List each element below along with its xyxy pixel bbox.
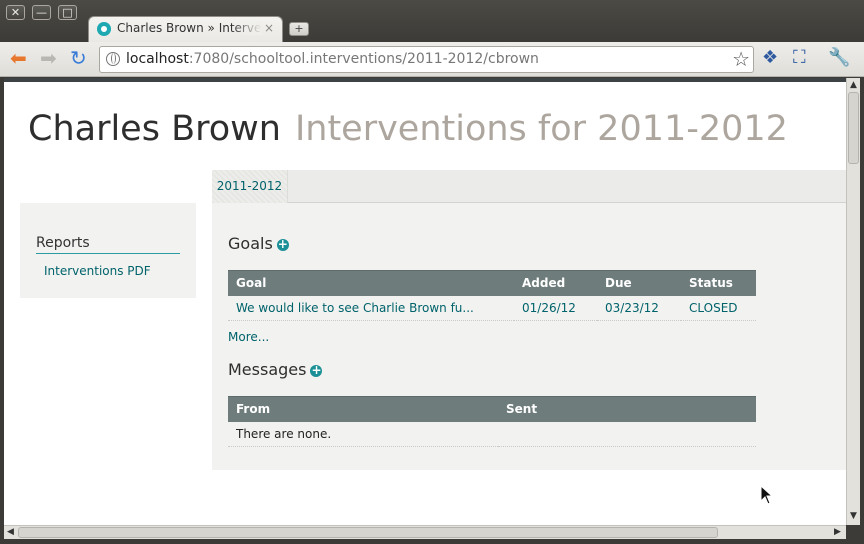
address-bar[interactable]: localhost:7080/schooltool.interventions/…: [99, 46, 754, 73]
column-header-due[interactable]: Due: [597, 270, 681, 296]
goal-link[interactable]: We would like to see Charlie Brown fu...: [228, 295, 514, 321]
main-content: 2011-2012 Goals + Goal Added Due Status W…: [212, 170, 846, 470]
forward-arrow-icon[interactable]: ➡: [40, 48, 57, 68]
table-row: There are none.: [228, 421, 756, 447]
goal-due-date: 03/23/12: [597, 295, 681, 321]
window-maximize-button[interactable]: □: [58, 5, 77, 20]
column-header-from[interactable]: From: [228, 396, 498, 422]
messages-title: Messages: [228, 360, 307, 379]
bookmark-star-icon[interactable]: ☆: [732, 47, 750, 71]
window-titlebar: ✕ — □ Charles Brown » Interventions × +: [0, 0, 864, 43]
sidebar: Reports Interventions PDF: [20, 203, 196, 298]
goals-table: Goal Added Due Status We would like to s…: [228, 270, 756, 321]
goal-added-date: 01/26/12: [514, 295, 597, 321]
messages-heading: Messages +: [228, 360, 323, 379]
schooltool-favicon-icon: [97, 22, 111, 36]
back-arrow-icon[interactable]: ⬅: [10, 48, 27, 68]
messages-empty-text: There are none.: [228, 421, 756, 447]
wrench-menu-icon[interactable]: 🔧: [828, 49, 850, 67]
browser-tab[interactable]: Charles Brown » Interventions ×: [88, 16, 283, 43]
table-header-row: From Sent: [228, 396, 756, 422]
goals-heading: Goals +: [228, 234, 289, 253]
tab-2011-2012[interactable]: 2011-2012: [212, 170, 288, 203]
table-header-row: Goal Added Due Status: [228, 270, 756, 296]
person-name: Charles Brown: [28, 109, 281, 149]
sidebar-link-interventions-pdf[interactable]: Interventions PDF: [44, 264, 151, 278]
goals-title: Goals: [228, 234, 273, 253]
horizontal-scroll-thumb[interactable]: [18, 527, 718, 538]
year-tabstrip: 2011-2012: [212, 170, 846, 203]
scroll-up-arrow-icon[interactable]: ▲: [850, 80, 857, 90]
extension-icon[interactable]: ❖: [762, 49, 778, 67]
column-header-goal[interactable]: Goal: [228, 270, 514, 296]
column-header-added[interactable]: Added: [514, 270, 597, 296]
new-tab-button[interactable]: +: [289, 22, 309, 36]
fullscreen-icon[interactable]: ⛶: [793, 49, 806, 67]
window-minimize-button[interactable]: —: [32, 5, 51, 20]
page-top-bar: [4, 78, 846, 82]
sidebar-heading-reports: Reports: [36, 235, 180, 254]
more-goals-link[interactable]: More...: [228, 330, 269, 344]
url-text[interactable]: localhost:7080/schooltool.interventions/…: [126, 51, 539, 67]
add-goal-icon[interactable]: +: [276, 238, 289, 251]
mouse-cursor-icon: [760, 485, 774, 505]
page-title: Charles Brown Interventions for 2011-2012: [28, 109, 788, 149]
globe-icon: [106, 52, 120, 66]
vertical-scrollbar[interactable]: ▲ ▼: [846, 78, 860, 525]
page-viewport: Charles Brown Interventions for 2011-2012…: [4, 78, 846, 525]
scroll-right-arrow-icon[interactable]: ▶: [834, 527, 841, 537]
horizontal-scrollbar[interactable]: ◀ ▶: [4, 525, 846, 539]
column-header-status[interactable]: Status: [681, 270, 756, 296]
column-header-sent[interactable]: Sent: [498, 396, 756, 422]
goal-status: CLOSED: [681, 295, 756, 321]
messages-table: From Sent There are none.: [228, 396, 756, 447]
scroll-left-arrow-icon[interactable]: ◀: [7, 527, 14, 537]
reload-icon[interactable]: ↻: [70, 48, 87, 68]
vertical-scroll-thumb[interactable]: [848, 92, 859, 164]
page-subtitle: Interventions for 2011-2012: [294, 109, 788, 149]
tab-close-icon[interactable]: ×: [264, 21, 274, 35]
browser-toolbar: ⬅ ➡ ↻ localhost:7080/schooltool.interven…: [0, 42, 864, 77]
table-row: We would like to see Charlie Brown fu...…: [228, 295, 756, 321]
tab-title: Charles Brown » Interventions: [117, 21, 262, 35]
add-message-icon[interactable]: +: [310, 364, 323, 377]
window-close-button[interactable]: ✕: [6, 5, 25, 20]
scroll-down-arrow-icon[interactable]: ▼: [850, 511, 857, 521]
